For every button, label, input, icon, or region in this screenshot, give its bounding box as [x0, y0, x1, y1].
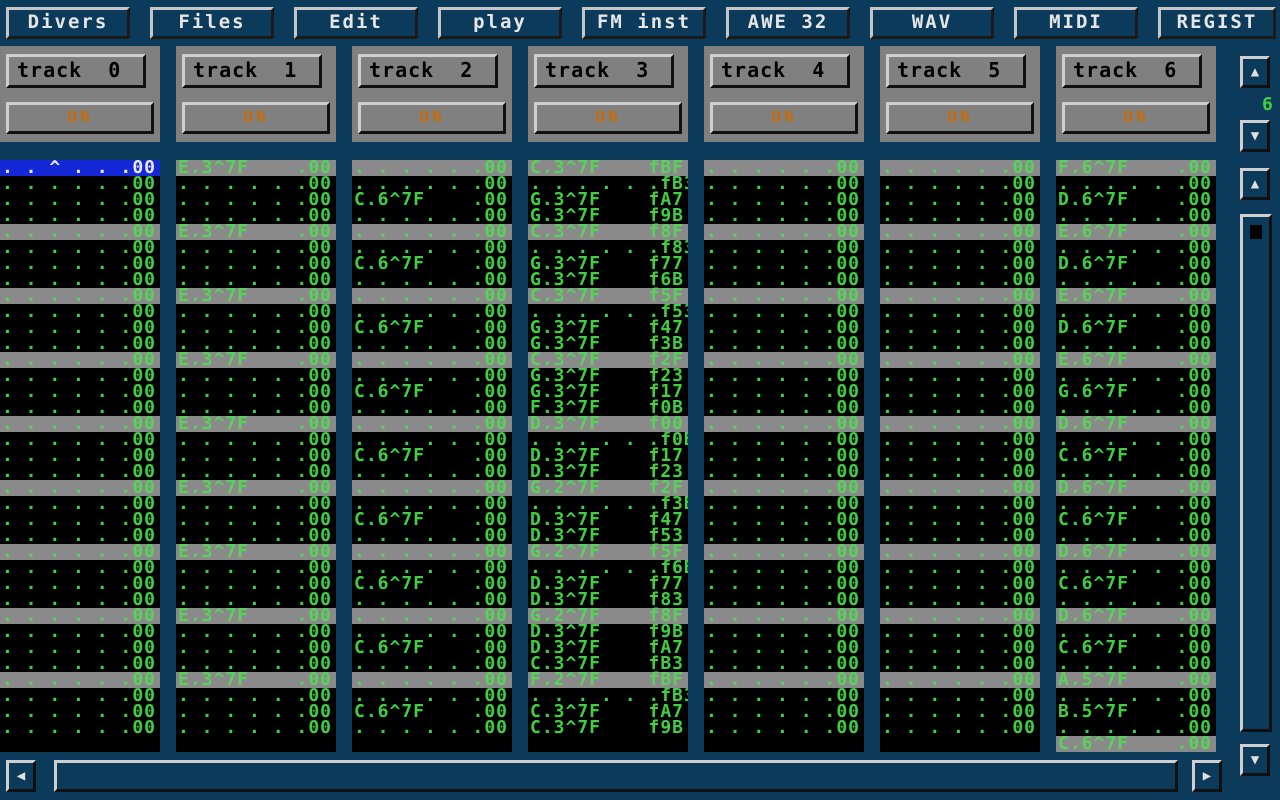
note-cell: . . . . . .	[2, 717, 133, 738]
track-on-toggle[interactable]: ON	[886, 102, 1034, 134]
volume-cell: 00	[308, 717, 332, 738]
arrow-left-icon: ◀	[16, 768, 26, 784]
track-on-toggle[interactable]: ON	[710, 102, 858, 134]
track-label-button[interactable]: track 0	[6, 54, 146, 88]
track-on-toggle[interactable]: ON	[534, 102, 682, 134]
track-header-0: track 0 ON	[0, 46, 160, 142]
track-column-0[interactable]: . . ^ . . . 00. . . . . . 00. . . . . . 00.…	[0, 160, 160, 752]
track-column-2[interactable]: . . . . . . 00. . . . . . 00 C.6^7F .00. . .…	[352, 160, 512, 752]
track-label-button[interactable]: track 6	[1062, 54, 1202, 88]
menu-divers[interactable]: Divers	[6, 7, 130, 39]
volume-cell: 00	[132, 717, 156, 738]
arrow-right-icon: ▶	[1202, 768, 1212, 784]
note-cell: . . . . . .	[354, 717, 485, 738]
scroll-right-button[interactable]: ▶	[1192, 760, 1222, 792]
note-cell: C.3^7F	[530, 717, 602, 738]
track-column-3[interactable]: C.3^7FfBF. . . . . .fB3G.3^7FfA7G.3^7Ff9…	[528, 160, 688, 752]
track-column-4[interactable]: . . . . . . 00. . . . . . 00. . . . . . 00.…	[704, 160, 864, 752]
menu-files[interactable]: Files	[150, 7, 274, 39]
pattern-row[interactable]: . . . . . . 00	[0, 717, 160, 738]
pattern-row[interactable]: C.3^7F f9B	[528, 717, 688, 738]
menu-midi[interactable]: MIDI	[1014, 7, 1138, 39]
arrow-up-icon: ▲	[1250, 64, 1260, 80]
track-header-3: track 3 ON	[528, 46, 688, 142]
track-on-toggle[interactable]: ON	[182, 102, 330, 134]
track-label-button[interactable]: track 2	[358, 54, 498, 88]
note-cell: . . . . . .	[178, 717, 309, 738]
track-column-1[interactable]: E.3^7F .00. . . . . . 00. . . . . . 00. . .…	[176, 160, 336, 752]
track-label-button[interactable]: track 1	[182, 54, 322, 88]
volume-cell: f9B	[648, 717, 684, 738]
track-on-toggle[interactable]: ON	[1062, 102, 1210, 134]
volume-cell: .00	[1176, 733, 1212, 753]
track-on-toggle[interactable]: ON	[358, 102, 506, 134]
pattern-row[interactable]: . . . . . . 00	[352, 717, 512, 738]
vertical-scrollbar[interactable]	[1240, 214, 1272, 732]
row-scroll-up-button[interactable]: ▲	[1240, 168, 1270, 200]
track-header-6: track 6 ON	[1056, 46, 1216, 142]
volume-cell: 00	[1012, 717, 1036, 738]
track-header-1: track 1 ON	[176, 46, 336, 142]
track-header-2: track 2 ON	[352, 46, 512, 142]
menu-edit[interactable]: Edit	[294, 7, 418, 39]
menu-fm-inst[interactable]: FM inst	[582, 7, 706, 39]
menu-wav[interactable]: WAV	[870, 7, 994, 39]
horizontal-scrollbar[interactable]	[54, 760, 1178, 792]
track-label-button[interactable]: track 4	[710, 54, 850, 88]
note-cell: . . . . . .	[706, 717, 837, 738]
track-on-toggle[interactable]: ON	[6, 102, 154, 134]
track-header-4: track 4 ON	[704, 46, 864, 142]
menu-bar: Divers Files Edit play FM inst AWE 32 WA…	[0, 0, 1280, 44]
pattern-row[interactable]: C.6^7F .00	[1056, 733, 1216, 753]
vertical-scroll-thumb[interactable]	[1250, 225, 1262, 239]
pattern-row[interactable]: . . . . . . 00	[176, 717, 336, 738]
volume-cell: 00	[484, 717, 508, 738]
track-scroll-down-button[interactable]: ▼	[1240, 120, 1270, 152]
arrow-down-icon: ▼	[1250, 128, 1260, 144]
track-header-5: track 5 ON	[880, 46, 1040, 142]
note-cell: C.6^7F	[1058, 733, 1130, 753]
pattern-row[interactable]: . . . . . . 00	[880, 717, 1040, 738]
menu-regist[interactable]: REGIST	[1158, 7, 1276, 39]
track-scroll-up-button[interactable]: ▲	[1240, 56, 1270, 88]
pattern-row[interactable]: . . . . . . 00	[704, 717, 864, 738]
track-column-6[interactable]: F.6^7F .00. . . . . . 00 D.6^7F .00. . . . .…	[1056, 160, 1216, 752]
track-counter: 6	[1262, 94, 1273, 115]
menu-awe-32[interactable]: AWE 32	[726, 7, 850, 39]
note-cell: . . . . . .	[882, 717, 1013, 738]
track-column-5[interactable]: . . . . . . 00. . . . . . 00. . . . . . 00.…	[880, 160, 1040, 752]
arrow-up-icon: ▲	[1250, 176, 1260, 192]
volume-cell: 00	[836, 717, 860, 738]
track-label-button[interactable]: track 3	[534, 54, 674, 88]
track-label-button[interactable]: track 5	[886, 54, 1026, 88]
scroll-left-button[interactable]: ◀	[6, 760, 36, 792]
menu-play[interactable]: play	[438, 7, 562, 39]
arrow-down-icon: ▼	[1250, 752, 1260, 768]
row-scroll-down-button[interactable]: ▼	[1240, 744, 1270, 776]
